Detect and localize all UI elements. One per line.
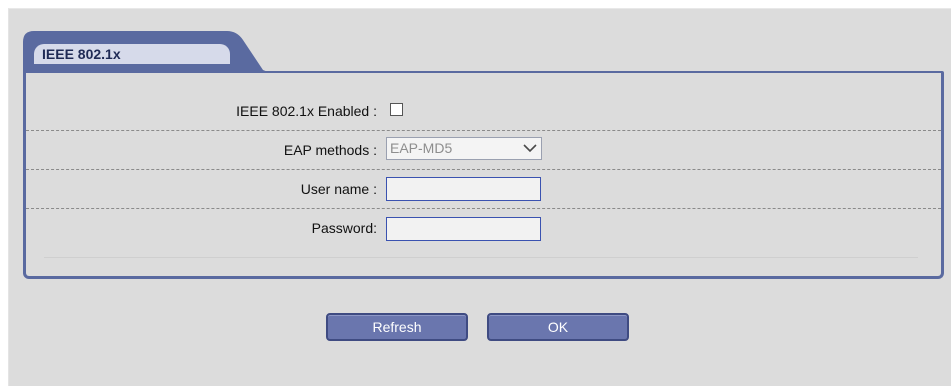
panel-divider	[44, 257, 918, 258]
chevron-down-icon	[523, 144, 537, 153]
password-row: Password:	[26, 209, 941, 247]
refresh-button[interactable]: Refresh	[326, 313, 468, 341]
enabled-label: IEEE 802.1x Enabled :	[236, 103, 377, 119]
enabled-checkbox[interactable]	[390, 103, 403, 116]
password-label: Password:	[311, 220, 377, 236]
eap-selected-value: EAP-MD5	[390, 140, 453, 156]
tab-ieee8021x[interactable]: IEEE 802.1x	[23, 30, 273, 74]
password-input[interactable]	[386, 217, 541, 241]
enabled-row: IEEE 802.1x Enabled :	[26, 92, 941, 131]
username-input[interactable]	[386, 177, 541, 201]
username-label: User name :	[300, 181, 377, 197]
eap-row: EAP methods : EAP-MD5	[26, 131, 941, 170]
tab-label: IEEE 802.1x	[34, 44, 230, 64]
username-row: User name :	[26, 170, 941, 209]
ok-button[interactable]: OK	[487, 313, 629, 341]
eap-label: EAP methods :	[283, 142, 377, 158]
eap-methods-select[interactable]: EAP-MD5	[386, 137, 542, 160]
